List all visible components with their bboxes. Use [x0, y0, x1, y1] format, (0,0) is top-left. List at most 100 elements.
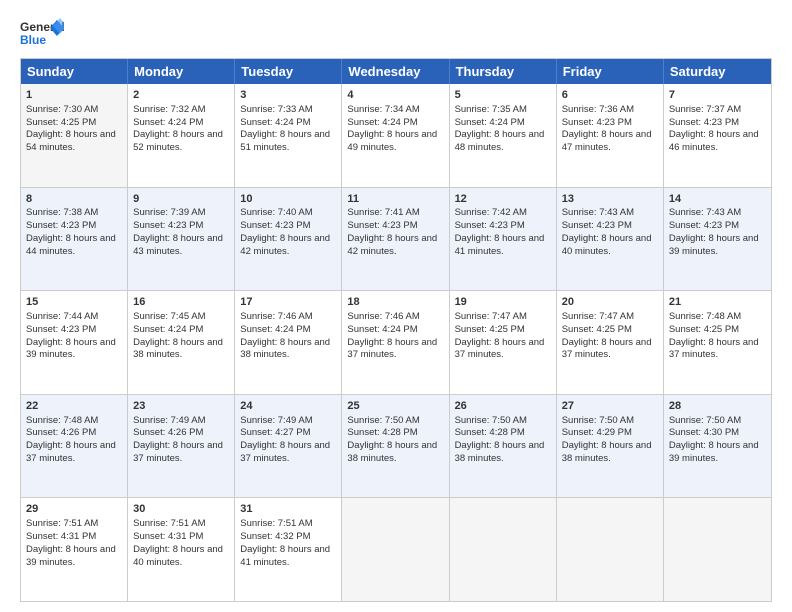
sunset-text: Sunset: 4:23 PM	[26, 220, 96, 231]
sunset-text: Sunset: 4:31 PM	[26, 531, 96, 542]
sunrise-text: Sunrise: 7:39 AM	[133, 207, 205, 218]
logo-svg: General Blue	[20, 18, 64, 50]
sunset-text: Sunset: 4:28 PM	[347, 427, 417, 438]
weekday-header: Sunday	[21, 59, 128, 84]
sunrise-text: Sunrise: 7:51 AM	[133, 518, 205, 529]
daylight-text: Daylight: 8 hours and 51 minutes.	[240, 129, 330, 153]
day-cell: 3Sunrise: 7:33 AMSunset: 4:24 PMDaylight…	[235, 84, 342, 187]
day-cell: 26Sunrise: 7:50 AMSunset: 4:28 PMDayligh…	[450, 395, 557, 498]
sunrise-text: Sunrise: 7:34 AM	[347, 104, 419, 115]
sunset-text: Sunset: 4:23 PM	[455, 220, 525, 231]
sunrise-text: Sunrise: 7:47 AM	[562, 311, 634, 322]
day-cell: 13Sunrise: 7:43 AMSunset: 4:23 PMDayligh…	[557, 188, 664, 291]
day-number: 24	[240, 399, 336, 414]
sunrise-text: Sunrise: 7:37 AM	[669, 104, 741, 115]
day-number: 26	[455, 399, 551, 414]
day-cell: 29Sunrise: 7:51 AMSunset: 4:31 PMDayligh…	[21, 498, 128, 601]
sunset-text: Sunset: 4:25 PM	[26, 117, 96, 128]
sunset-text: Sunset: 4:23 PM	[240, 220, 310, 231]
daylight-text: Daylight: 8 hours and 39 minutes.	[669, 440, 759, 464]
calendar-week-row: 1Sunrise: 7:30 AMSunset: 4:25 PMDaylight…	[21, 84, 771, 188]
daylight-text: Daylight: 8 hours and 37 minutes.	[455, 337, 545, 361]
sunrise-text: Sunrise: 7:50 AM	[562, 415, 634, 426]
daylight-text: Daylight: 8 hours and 39 minutes.	[26, 544, 116, 568]
day-number: 13	[562, 192, 658, 207]
day-cell: 17Sunrise: 7:46 AMSunset: 4:24 PMDayligh…	[235, 291, 342, 394]
header: General Blue	[20, 18, 772, 50]
empty-cell: 1Sunrise: 7:30 AMSunset: 4:25 PMDaylight…	[21, 84, 128, 187]
sunset-text: Sunset: 4:25 PM	[562, 324, 632, 335]
day-cell: 8Sunrise: 7:38 AMSunset: 4:23 PMDaylight…	[21, 188, 128, 291]
day-cell: 25Sunrise: 7:50 AMSunset: 4:28 PMDayligh…	[342, 395, 449, 498]
daylight-text: Daylight: 8 hours and 40 minutes.	[562, 233, 652, 257]
weekday-header: Saturday	[664, 59, 771, 84]
day-number: 4	[347, 88, 443, 103]
sunset-text: Sunset: 4:31 PM	[133, 531, 203, 542]
sunset-text: Sunset: 4:24 PM	[347, 324, 417, 335]
sunset-text: Sunset: 4:32 PM	[240, 531, 310, 542]
day-number: 1	[26, 88, 122, 103]
sunrise-text: Sunrise: 7:47 AM	[455, 311, 527, 322]
day-cell: 16Sunrise: 7:45 AMSunset: 4:24 PMDayligh…	[128, 291, 235, 394]
sunrise-text: Sunrise: 7:43 AM	[669, 207, 741, 218]
day-number: 3	[240, 88, 336, 103]
empty-cell	[557, 498, 664, 601]
calendar-week-row: 29 Sunrise: 7:51 AM Sunset: 4:31 PM Dayligh…	[21, 498, 771, 601]
daylight-text: Daylight: 8 hours and 48 minutes.	[455, 129, 545, 153]
daylight-text: Daylight: 8 hours and 38 minutes.	[562, 440, 652, 464]
calendar: SundayMondayTuesdayWednesdayThursdayFrid…	[20, 58, 772, 602]
day-number: 2	[133, 88, 229, 103]
daylight-text: Daylight: 8 hours and 41 minutes.	[240, 544, 330, 568]
day-number: 31	[240, 502, 336, 517]
sunrise-text: Sunrise: 7:44 AM	[26, 311, 98, 322]
day-number: 27	[562, 399, 658, 414]
day-number: 9	[133, 192, 229, 207]
daylight-text: Daylight: 8 hours and 37 minutes.	[26, 440, 116, 464]
daylight-text: Daylight: 8 hours and 37 minutes.	[562, 337, 652, 361]
daylight-text: Daylight: 8 hours and 41 minutes.	[455, 233, 545, 257]
day-number: 21	[669, 295, 766, 310]
daylight-text: Daylight: 8 hours and 39 minutes.	[669, 233, 759, 257]
sunset-text: Sunset: 4:24 PM	[240, 324, 310, 335]
day-cell: 2Sunrise: 7:32 AMSunset: 4:24 PMDaylight…	[128, 84, 235, 187]
sunset-text: Sunset: 4:26 PM	[26, 427, 96, 438]
sunset-text: Sunset: 4:23 PM	[133, 220, 203, 231]
sunrise-text: Sunrise: 7:36 AM	[562, 104, 634, 115]
sunrise-text: Sunrise: 7:33 AM	[240, 104, 312, 115]
daylight-text: Daylight: 8 hours and 46 minutes.	[669, 129, 759, 153]
weekday-header: Friday	[557, 59, 664, 84]
calendar-week-row: 15Sunrise: 7:44 AM Sunset: 4:23 PM Dayligh…	[21, 291, 771, 395]
daylight-text: Daylight: 8 hours and 37 minutes.	[133, 440, 223, 464]
day-number: 10	[240, 192, 336, 207]
daylight-text: Daylight: 8 hours and 49 minutes.	[347, 129, 437, 153]
sunset-text: Sunset: 4:25 PM	[455, 324, 525, 335]
day-cell: 6Sunrise: 7:36 AMSunset: 4:23 PMDaylight…	[557, 84, 664, 187]
empty-cell	[342, 498, 449, 601]
daylight-text: Daylight: 8 hours and 52 minutes.	[133, 129, 223, 153]
daylight-text: Daylight: 8 hours and 44 minutes.	[26, 233, 116, 257]
sunset-text: Sunset: 4:23 PM	[26, 324, 96, 335]
daylight-text: Daylight: 8 hours and 42 minutes.	[240, 233, 330, 257]
day-cell: 4Sunrise: 7:34 AMSunset: 4:24 PMDaylight…	[342, 84, 449, 187]
sunrise-text: Sunrise: 7:48 AM	[26, 415, 98, 426]
day-cell: 28Sunrise: 7:50 AMSunset: 4:30 PMDayligh…	[664, 395, 771, 498]
sunrise-text: Sunrise: 7:40 AM	[240, 207, 312, 218]
empty-cell	[664, 498, 771, 601]
daylight-text: Daylight: 8 hours and 37 minutes.	[669, 337, 759, 361]
day-number: 28	[669, 399, 766, 414]
daylight-text: Daylight: 8 hours and 39 minutes.	[26, 337, 116, 361]
day-cell: 10Sunrise: 7:40 AM Sunset: 4:23 PM Dayligh…	[235, 188, 342, 291]
sunset-text: Sunset: 4:23 PM	[562, 117, 632, 128]
sunrise-text: Sunrise: 7:42 AM	[455, 207, 527, 218]
day-number: 29	[26, 502, 122, 517]
day-cell: 11Sunrise: 7:41 AMSunset: 4:23 PMDayligh…	[342, 188, 449, 291]
daylight-text: Daylight: 8 hours and 38 minutes.	[133, 337, 223, 361]
day-number: 5	[455, 88, 551, 103]
calendar-header: SundayMondayTuesdayWednesdayThursdayFrid…	[21, 59, 771, 84]
day-number: 15	[26, 295, 122, 310]
sunset-text: Sunset: 4:25 PM	[669, 324, 739, 335]
day-cell: 9Sunrise: 7:39 AMSunset: 4:23 PMDaylight…	[128, 188, 235, 291]
sunrise-text: Sunrise: 7:46 AM	[240, 311, 312, 322]
sunrise-text: Sunrise: 7:32 AM	[133, 104, 205, 115]
day-number: 22	[26, 399, 122, 414]
